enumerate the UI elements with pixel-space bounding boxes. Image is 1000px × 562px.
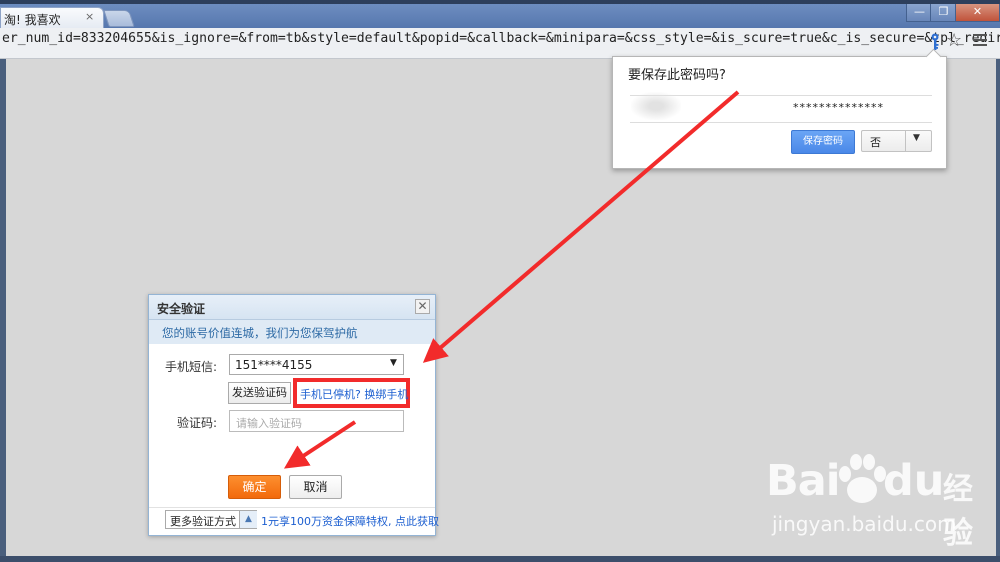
security-verification-dialog: 安全验证 ✕ 您的账号价值连城，我们为您保驾护航 手机短信: 151****41…	[148, 294, 439, 536]
cancel-button[interactable]: 取消	[289, 475, 342, 499]
annotation-highlight-box: 手机已停机? 换绑手机	[293, 378, 410, 408]
chevron-down-icon: ▼	[913, 133, 920, 143]
blurred-username	[631, 92, 681, 120]
minimize-button[interactable]: —	[906, 4, 933, 22]
dialog-subtitle: 您的账号价值连城，我们为您保驾护航	[162, 326, 358, 340]
promo-link[interactable]: 1元享100万资金保障特权, 点此获取	[261, 513, 439, 529]
address-bar[interactable]: er_num_id=833204655&is_ignore=&from=tb&s…	[2, 31, 1000, 46]
phone-value: 151****4155	[235, 358, 313, 372]
watermark-brand-cn: 经验	[943, 472, 973, 551]
chevron-up-icon: ▲	[239, 511, 257, 528]
more-methods-select[interactable]: 更多验证方式 ▲	[165, 510, 257, 529]
browser-titlebar: 淘! 我喜欢 × — ❐ ✕	[0, 4, 1000, 28]
menu-icon[interactable]	[973, 34, 987, 48]
no-label: 否	[870, 136, 881, 149]
watermark-url: jingyan.baidu.com	[772, 512, 957, 536]
tab-title: 淘! 我喜欢	[4, 13, 61, 27]
save-password-bubble: 要保存此密码吗? ************** 保存密码 否 ▼	[612, 56, 947, 169]
watermark-brand-right: du	[883, 456, 945, 506]
watermark-brand-left: Bai	[766, 456, 841, 506]
browser-tab[interactable]: 淘! 我喜欢 ×	[0, 7, 104, 28]
dialog-title: 安全验证	[157, 302, 206, 316]
save-password-button[interactable]: 保存密码	[791, 130, 855, 154]
divider	[905, 131, 906, 151]
restore-button[interactable]: ❐	[930, 4, 957, 22]
dialog-subtitle-bar: 您的账号价值连城，我们为您保驾护航	[149, 320, 435, 344]
verification-code-input[interactable]: 请输入验证码	[229, 410, 404, 432]
code-label: 验证码:	[177, 416, 218, 430]
browser-toolbar: er_num_id=833204655&is_ignore=&from=tb&s…	[0, 28, 1000, 59]
divider	[630, 122, 932, 123]
send-code-button[interactable]: 发送验证码	[228, 382, 291, 404]
masked-password: **************	[793, 101, 884, 114]
chevron-down-icon: ▼	[390, 358, 397, 368]
close-icon[interactable]: ✕	[415, 299, 430, 314]
no-dropdown-button[interactable]: 否 ▼	[861, 130, 932, 152]
confirm-button[interactable]: 确定	[228, 475, 281, 499]
window-bottom-edge	[0, 556, 1000, 562]
key-icon[interactable]	[929, 33, 941, 51]
more-methods-label: 更多验证方式	[170, 515, 236, 528]
new-tab-button[interactable]	[103, 10, 135, 27]
code-placeholder: 请输入验证码	[236, 417, 302, 430]
change-phone-link[interactable]: 手机已停机? 换绑手机	[300, 386, 408, 402]
tab-close-icon[interactable]: ×	[85, 10, 94, 23]
save-password-title: 要保存此密码吗?	[628, 68, 726, 83]
close-window-button[interactable]: ✕	[955, 4, 1000, 22]
phone-select[interactable]: 151****4155 ▼	[229, 354, 404, 375]
baidu-watermark: Bai du 经验 jingyan.baidu.com	[760, 452, 1000, 551]
dialog-footer: 更多验证方式 ▲ 1元享100万资金保障特权, 点此获取	[149, 507, 439, 536]
bookmark-star-icon[interactable]: ☆	[946, 30, 962, 51]
dialog-header: 安全验证 ✕	[149, 295, 435, 320]
phone-label: 手机短信:	[165, 360, 218, 374]
